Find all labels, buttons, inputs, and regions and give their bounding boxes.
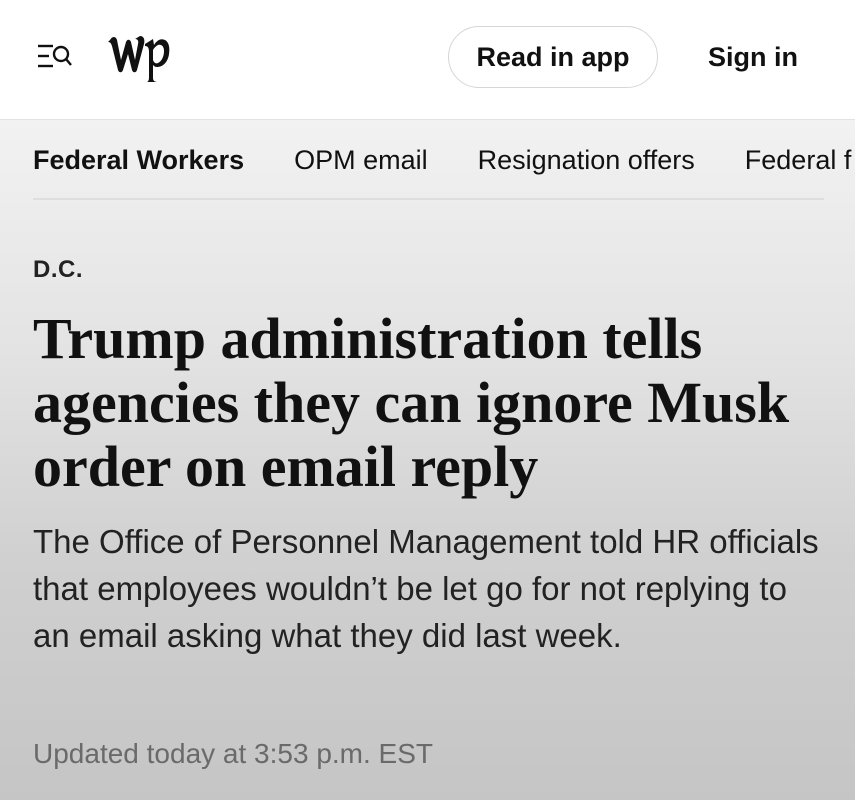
article-timestamp: Updated today at 3:53 p.m. EST — [33, 738, 434, 769]
washington-post-logo[interactable] — [107, 30, 171, 84]
topic-nav-track: Federal Workers OPM email Resignation of… — [33, 120, 855, 200]
nav-divider — [33, 198, 824, 200]
topic-resignation-offers[interactable]: Resignation offers — [478, 145, 695, 176]
topic-federal-truncated[interactable]: Federal f — [745, 145, 852, 176]
article-dek: The Office of Personnel Management told … — [33, 523, 819, 654]
topic-opm-email[interactable]: OPM email — [294, 145, 428, 176]
topic-nav: Federal Workers OPM email Resignation of… — [0, 120, 855, 200]
menu-search-icon[interactable] — [36, 42, 72, 72]
sign-in-button[interactable]: Sign in — [695, 26, 811, 88]
site-header: Read in app Sign in — [0, 0, 855, 120]
section-kicker[interactable]: D.C. — [33, 256, 83, 284]
read-in-app-button[interactable]: Read in app — [448, 26, 658, 88]
article-headline: Trump administration tells agencies they… — [33, 306, 790, 499]
topic-federal-workers[interactable]: Federal Workers — [33, 145, 244, 176]
